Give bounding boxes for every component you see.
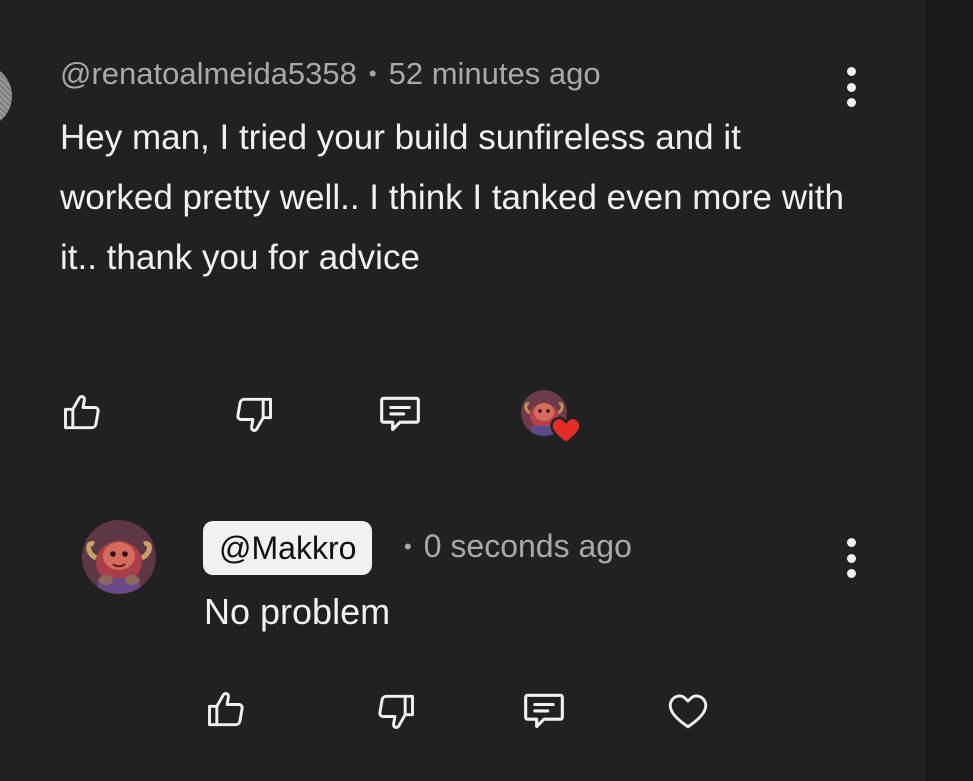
reply-like-button[interactable] — [202, 686, 250, 734]
reply-comment-icon — [524, 693, 564, 729]
comment-like-button[interactable] — [58, 389, 106, 437]
comment-reply-button[interactable] — [376, 389, 424, 437]
thumbs-down-icon — [236, 397, 272, 432]
reply-separator: • — [404, 533, 412, 559]
comment-separator: • — [368, 61, 377, 86]
reply-reply-button[interactable] — [520, 686, 568, 734]
reply-author-avatar[interactable] — [82, 520, 156, 594]
comment-more-icon[interactable] — [841, 67, 861, 107]
comments-panel: @renatoalmeida5358 • 52 minutes ago Hey … — [0, 0, 973, 781]
scrollbar-track[interactable] — [926, 0, 973, 781]
comment-text: Hey man, I tried your build sunfireless … — [60, 118, 844, 277]
thumbs-up-icon — [208, 692, 244, 727]
reply-dislike-button[interactable] — [372, 687, 420, 735]
reply-author-chip[interactable]: @Makkro — [203, 521, 373, 575]
reply-text: No problem — [204, 591, 391, 632]
comment-header: @renatoalmeida5358 • 52 minutes ago — [60, 56, 601, 92]
thumbs-up-icon — [64, 395, 100, 430]
reply-header: • 0 seconds ago — [400, 528, 632, 565]
creator-heart-badge[interactable] — [519, 388, 583, 448]
reply-heart-button[interactable] — [664, 687, 712, 735]
reply-more-icon[interactable] — [841, 538, 861, 578]
thumbs-down-icon — [378, 694, 414, 729]
heart-outline-icon — [668, 694, 708, 729]
reply-timestamp[interactable]: 0 seconds ago — [424, 528, 632, 565]
comment-dislike-button[interactable] — [230, 390, 278, 438]
comment-author[interactable]: @renatoalmeida5358 — [60, 56, 357, 92]
heart-icon — [550, 416, 582, 445]
commenter-avatar[interactable] — [0, 64, 12, 128]
comment-timestamp[interactable]: 52 minutes ago — [389, 56, 601, 92]
reply-comment-icon — [380, 396, 420, 432]
